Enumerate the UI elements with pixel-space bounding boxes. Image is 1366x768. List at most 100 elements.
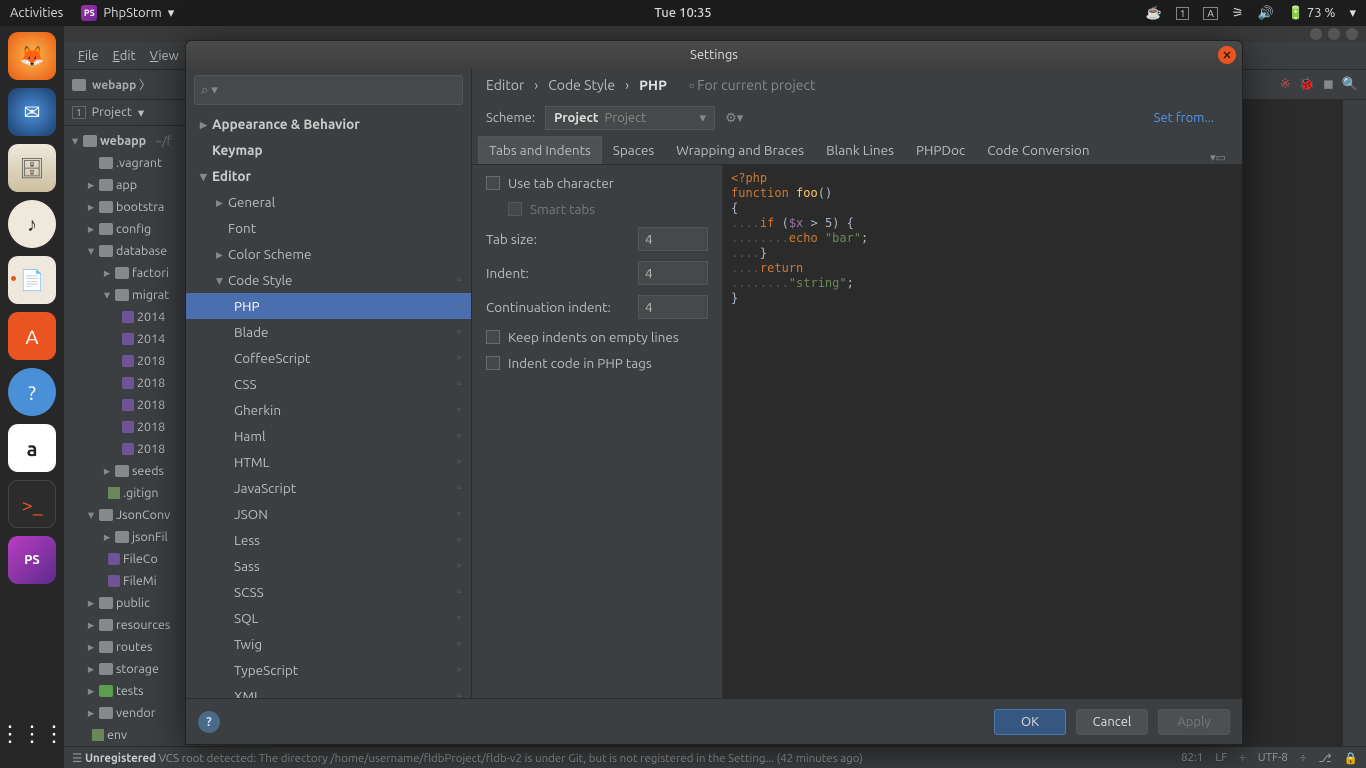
folder-icon	[72, 79, 86, 91]
gear-icon[interactable]: ⚙▾	[725, 111, 743, 126]
sidebar-item-javascript[interactable]: JavaScript▫	[186, 475, 471, 501]
search-icon[interactable]: 🔍	[1342, 77, 1358, 92]
dock-files[interactable]: 🗄	[8, 144, 56, 192]
sidebar-item-codestyle[interactable]: ▾Code Style▫	[186, 267, 471, 293]
sidebar-item-sass[interactable]: Sass▫	[186, 553, 471, 579]
sidebar-item-coffeescript[interactable]: CoffeeScript▫	[186, 345, 471, 371]
menu-file[interactable]: File	[74, 47, 103, 65]
use-tab-checkbox[interactable]: Use tab character	[486, 175, 708, 191]
coffee-icon[interactable]: ☕	[1146, 6, 1162, 21]
sidebar-item-twig[interactable]: Twig▫	[186, 631, 471, 657]
sidebar-item-font[interactable]: Font	[186, 215, 471, 241]
search-icon: ⌕	[201, 83, 208, 98]
code-style-tabs: Tabs and Indents Spaces Wrapping and Bra…	[472, 135, 1242, 165]
sidebar-item-scss[interactable]: SCSS▫	[186, 579, 471, 605]
status-lock-icon[interactable]: 🔒	[1344, 751, 1358, 765]
dialog-titlebar[interactable]: Settings ✕	[186, 41, 1242, 69]
chevron-down-icon[interactable]: ▾	[1349, 6, 1356, 21]
indent-options: Use tab character Smart tabs Tab size:4 …	[472, 165, 722, 698]
sidebar-item-json[interactable]: JSON▫	[186, 501, 471, 527]
app-menu-label: PhpStorm	[103, 6, 161, 20]
dock-software[interactable]: A	[8, 312, 56, 360]
indent-php-tags-checkbox[interactable]: Indent code in PHP tags	[486, 355, 708, 371]
dock-amazon[interactable]: a	[8, 424, 56, 472]
dock-terminal[interactable]: >_	[8, 480, 56, 528]
app-menu[interactable]: PS PhpStorm ▾	[81, 5, 174, 21]
dialog-title: Settings	[690, 48, 738, 62]
dock-firefox[interactable]: 🦊	[8, 32, 56, 80]
sidebar-item-colorscheme[interactable]: ▸Color Scheme	[186, 241, 471, 267]
status-message[interactable]: ☰ Unregistered VCS root detected: The di…	[72, 751, 863, 765]
help-icon[interactable]: ?	[198, 711, 220, 733]
sidebar-item-editor[interactable]: ▾Editor	[186, 163, 471, 189]
status-git-icon[interactable]: ⎇	[1318, 751, 1331, 765]
project-index-icon: 1	[72, 106, 86, 119]
sidebar-item-sql[interactable]: SQL▫	[186, 605, 471, 631]
settings-sidebar: ⌕ ▾ ▸Appearance & Behavior Keymap ▾Edito…	[186, 69, 472, 698]
sidebar-item-typescript[interactable]: TypeScript▫	[186, 657, 471, 683]
sidebar-item-xml[interactable]: XML▫	[186, 683, 471, 698]
indicator-a-icon[interactable]: A	[1203, 7, 1218, 20]
dock-rhythmbox[interactable]: ♪	[8, 200, 56, 248]
vcs-icon[interactable]: ※	[1280, 77, 1291, 92]
status-position[interactable]: 82:1	[1181, 751, 1203, 765]
wifi-icon[interactable]: ⚞	[1232, 6, 1244, 21]
tab-wrapping[interactable]: Wrapping and Braces	[665, 136, 815, 164]
indent-label: Indent:	[486, 265, 529, 281]
breadcrumb[interactable]: webapp 〉	[92, 76, 151, 93]
battery-indicator[interactable]: 🔋 73 %	[1288, 6, 1336, 21]
tab-phpdoc[interactable]: PHPDoc	[905, 136, 976, 164]
set-from-link[interactable]: Set from...	[1154, 111, 1228, 125]
activities-button[interactable]: Activities	[10, 6, 63, 20]
dock-thunderbird[interactable]: ✉	[8, 88, 56, 136]
cont-indent-input[interactable]: 4	[638, 295, 708, 319]
dock-help[interactable]: ?	[8, 368, 56, 416]
tab-tabs-indents[interactable]: Tabs and Indents	[478, 136, 602, 164]
cancel-button[interactable]: Cancel	[1076, 709, 1148, 735]
tab-size-label: Tab size:	[486, 231, 537, 247]
sidebar-item-keymap[interactable]: Keymap	[186, 137, 471, 163]
minimize-button[interactable]	[1310, 28, 1322, 40]
scheme-label: Scheme:	[486, 111, 535, 125]
settings-search-input[interactable]: ⌕ ▾	[194, 75, 463, 105]
smart-tabs-checkbox: Smart tabs	[486, 201, 708, 217]
indent-input[interactable]: 4	[638, 261, 708, 285]
close-icon[interactable]: ✕	[1218, 46, 1236, 64]
status-encoding[interactable]: UTF-8	[1258, 751, 1288, 765]
menu-edit[interactable]: Edit	[109, 47, 140, 65]
tabs-overflow-icon[interactable]: ▾▭	[1210, 151, 1236, 164]
cont-indent-label: Continuation indent:	[486, 299, 611, 315]
scheme-select[interactable]: Project Project ▾	[545, 106, 715, 130]
apply-button[interactable]: Apply	[1158, 709, 1230, 735]
clock[interactable]: Tue 10:35	[654, 6, 711, 20]
tab-code-conversion[interactable]: Code Conversion	[976, 136, 1100, 164]
settings-breadcrumb: Editor › Code Style › PHP ▫ For current …	[472, 69, 1242, 101]
sidebar-item-php[interactable]: PHP▫	[186, 293, 471, 319]
tab-spaces[interactable]: Spaces	[602, 136, 665, 164]
tab-size-input[interactable]: 4	[638, 227, 708, 251]
sidebar-item-appearance[interactable]: ▸Appearance & Behavior	[186, 111, 471, 137]
volume-icon[interactable]: 🔊	[1258, 6, 1274, 21]
tab-blank-lines[interactable]: Blank Lines	[815, 136, 905, 164]
indicator-1-icon[interactable]: 1	[1176, 7, 1190, 20]
bug-icon[interactable]: 🐞	[1299, 77, 1315, 92]
close-button[interactable]	[1346, 28, 1358, 40]
status-bar: ☰ Unregistered VCS root detected: The di…	[64, 746, 1366, 768]
stop-icon[interactable]: ◼	[1323, 77, 1334, 92]
maximize-button[interactable]	[1328, 28, 1340, 40]
sidebar-item-general[interactable]: ▸General	[186, 189, 471, 215]
scope-icon: ▫	[457, 274, 461, 286]
sidebar-item-gherkin[interactable]: Gherkin▫	[186, 397, 471, 423]
sidebar-item-haml[interactable]: Haml▫	[186, 423, 471, 449]
sidebar-item-html[interactable]: HTML▫	[186, 449, 471, 475]
sidebar-item-css[interactable]: CSS▫	[186, 371, 471, 397]
keep-indents-checkbox[interactable]: Keep indents on empty lines	[486, 329, 708, 345]
sidebar-item-less[interactable]: Less▫	[186, 527, 471, 553]
sidebar-item-blade[interactable]: Blade▫	[186, 319, 471, 345]
status-line-sep[interactable]: LF	[1215, 751, 1227, 765]
code-preview: <?php function foo() { ....if ($x > 5) {…	[722, 165, 1242, 698]
dock-show-apps[interactable]: ⋮⋮⋮	[8, 710, 56, 758]
menu-view[interactable]: View	[146, 47, 183, 65]
ok-button[interactable]: OK	[994, 709, 1066, 735]
dock-phpstorm[interactable]: PS	[8, 536, 56, 584]
